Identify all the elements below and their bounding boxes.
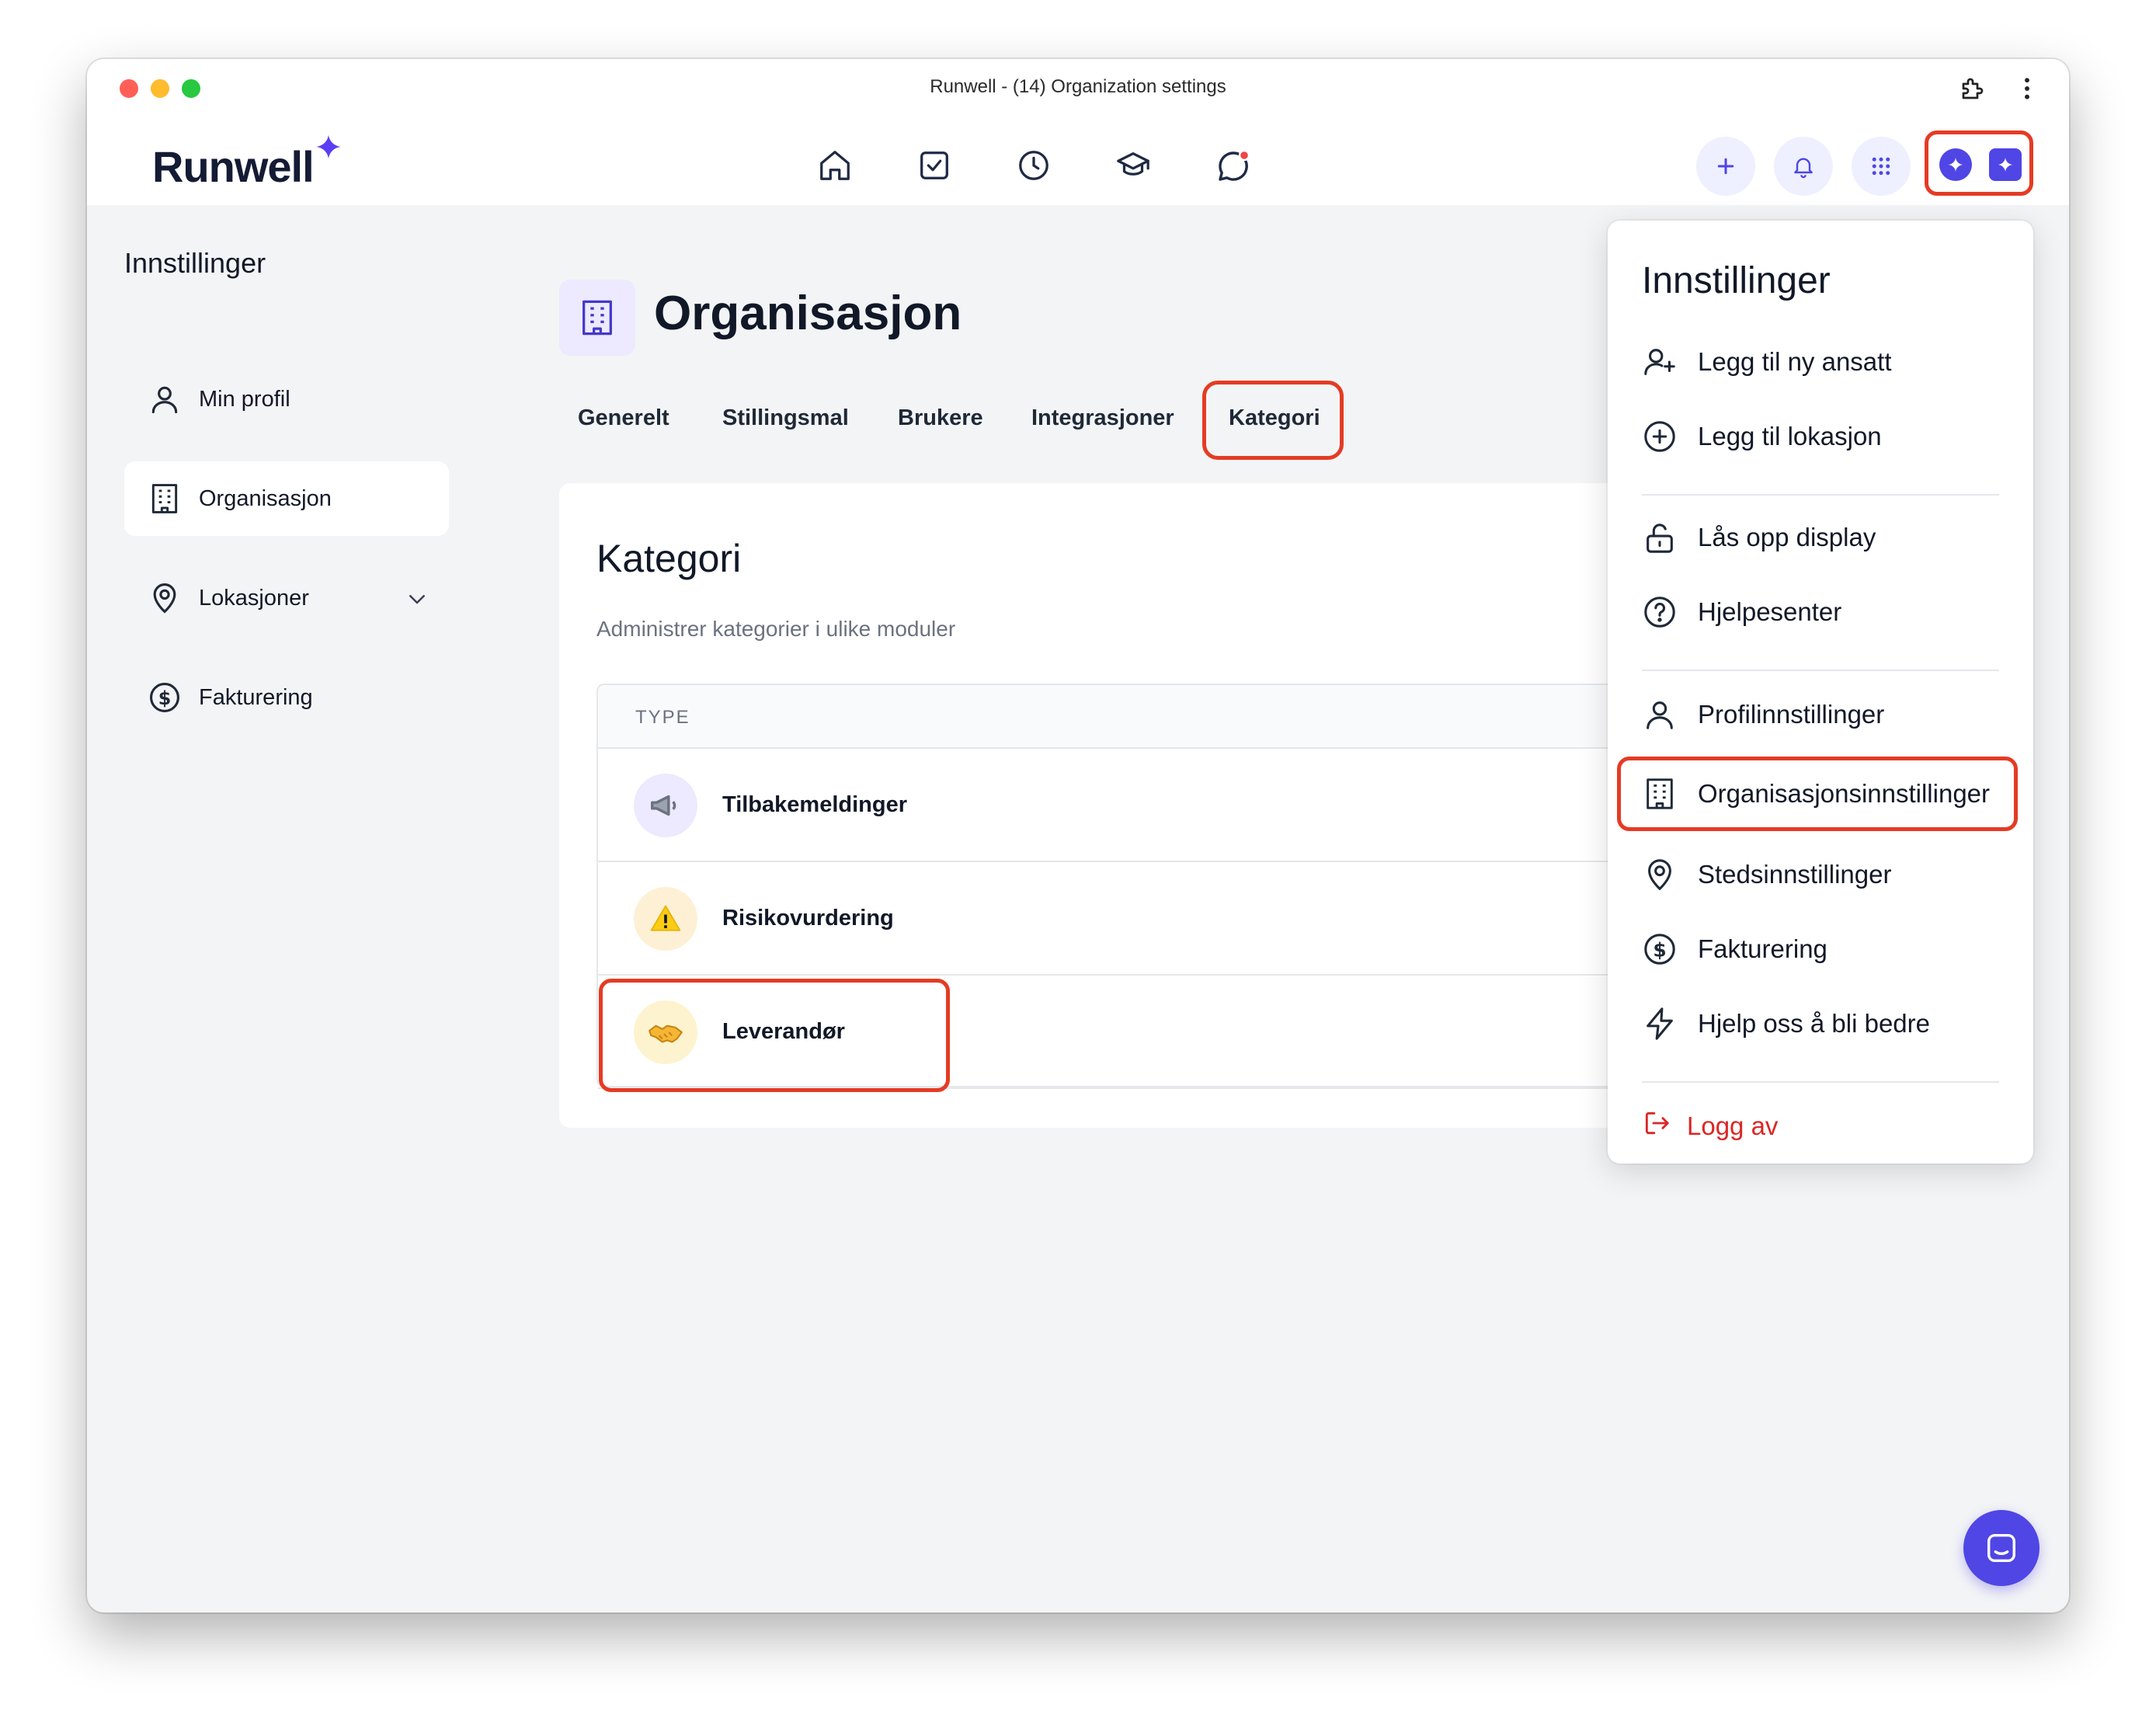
menu-item-profilinnstillinger[interactable]: Profilinnstillinger [1642, 690, 1884, 739]
table-row[interactable]: Tilbakemeldinger [598, 749, 1670, 862]
tab-stillingsmal[interactable]: Stillingsmal [722, 405, 849, 431]
app-header: Runwell [87, 118, 2069, 205]
highlight-box [1202, 381, 1344, 460]
svg-text:$: $ [158, 687, 172, 709]
menu-item-legg-til-ny-ansatt[interactable]: Legg til ny ansatt [1642, 337, 1892, 387]
chat-icon [1984, 1530, 2019, 1566]
notifications-button[interactable] [1774, 137, 1833, 196]
card-subtitle: Administrer kategorier i ulike moduler [596, 617, 956, 641]
tab-brukere[interactable]: Brukere [898, 405, 983, 431]
building-icon [148, 482, 182, 516]
sidebar-item-label: Fakturering [199, 684, 313, 710]
menu-item-fakturering[interactable]: $ Fakturering [1642, 924, 1827, 974]
window-titlebar: Runwell - (14) Organization settings [87, 59, 2069, 118]
sparkle-icon [315, 134, 342, 160]
highlight-box [599, 979, 950, 1092]
sidebar-item-organisasjon[interactable]: Organisasjon [124, 461, 449, 536]
menu-item-stedsinnstillinger[interactable]: Stedsinnstillinger [1642, 850, 1891, 899]
menu-item-label: Legg til lokasjon [1698, 422, 1882, 451]
ai-assistant-button[interactable] [1925, 130, 2033, 196]
table-row[interactable]: Leverandør [598, 976, 1670, 1092]
page-title: Organisasjon [654, 287, 962, 340]
table-header: TYPE [598, 685, 1670, 749]
card-title: Kategori [596, 537, 742, 580]
table-row[interactable]: Risikovurdering [598, 862, 1670, 976]
sidebar-item-label: Organisasjon [199, 485, 332, 511]
logout-label: Logg av [1687, 1112, 1779, 1140]
menu-item-label: Hjelpesenter [1698, 597, 1842, 626]
svg-text:$: $ [1653, 939, 1666, 962]
sidebar-item-label: Min profil [199, 386, 290, 412]
unlock-icon [1642, 520, 1678, 555]
help-circle-icon [1642, 594, 1678, 630]
building-icon [559, 280, 635, 356]
tab-integrasjoner[interactable]: Integrasjoner [1031, 405, 1174, 431]
support-chat-button[interactable] [1963, 1510, 2040, 1586]
row-label: Risikovurdering [722, 906, 894, 931]
menu-divider [1642, 670, 1999, 671]
menu-item-label: Stedsinnstillinger [1698, 860, 1892, 889]
app-window: Runwell - (14) Organization settings Run… [87, 59, 2069, 1612]
user-icon [1642, 697, 1678, 732]
plus-circle-icon [1642, 419, 1678, 454]
kategori-card: Kategori Administrer kategorier i ulike … [559, 483, 1670, 1128]
settings-dropdown: Innstillinger Legg til ny ansatt Legg ti… [1608, 221, 2033, 1164]
megaphone-icon [634, 774, 697, 837]
chat-bubble-icon[interactable] [1215, 148, 1252, 185]
logout-icon [1642, 1108, 1671, 1144]
map-pin-icon [148, 581, 182, 615]
add-button[interactable] [1696, 137, 1755, 196]
menu-item-label: Profilinnstillinger [1698, 700, 1885, 729]
menu-item-hjelp-oss-a-bli-bedre[interactable]: Hjelp oss å bli bedre [1642, 999, 1930, 1049]
ai-sparkle-icon [1939, 148, 1972, 181]
user-plus-icon [1642, 344, 1678, 380]
category-table: TYPE Tilbakemeldinger Risikovurdering Le… [596, 684, 1670, 1092]
menu-item-label: Legg til ny ansatt [1698, 347, 1892, 376]
menu-item-label: Hjelp oss å bli bedre [1698, 1009, 1930, 1038]
menu-item-hjelpesenter[interactable]: Hjelpesenter [1642, 587, 1841, 637]
extensions-icon[interactable] [1959, 75, 1987, 103]
menu-item-label: Fakturering [1698, 934, 1827, 963]
lightning-icon [1642, 1006, 1678, 1042]
sidebar-item-fakturering[interactable]: $ Fakturering [124, 660, 449, 735]
more-options-icon[interactable] [2022, 76, 2032, 101]
window-title: Runwell - (14) Organization settings [930, 76, 1226, 97]
sidebar-item-label: Lokasjoner [199, 585, 309, 611]
clock-icon[interactable] [1016, 148, 1052, 183]
menu-item-label: Lås opp display [1698, 523, 1876, 551]
column-header-type: TYPE [635, 707, 690, 728]
logout-button[interactable]: Logg av [1642, 1101, 1778, 1151]
menu-divider [1642, 494, 1999, 496]
menu-divider [1642, 1081, 1999, 1083]
map-pin-icon [1642, 857, 1678, 892]
chevron-down-icon[interactable] [405, 587, 429, 611]
sidebar-title: Innstillinger [124, 247, 266, 279]
task-check-icon[interactable] [916, 148, 952, 183]
user-icon [148, 382, 182, 416]
apps-grid-icon [1869, 155, 1893, 178]
sidebar-item-lokasjoner[interactable]: Lokasjoner [124, 561, 449, 635]
sidebar-item-min-profil[interactable]: Min profil [124, 362, 449, 437]
bell-icon [1791, 154, 1816, 179]
dropdown-title: Innstillinger [1642, 260, 1831, 301]
tab-generelt[interactable]: Generelt [578, 405, 669, 431]
runwell-logo[interactable]: Runwell [152, 141, 315, 192]
highlight-box [1617, 757, 2018, 831]
ai-sparkle-icon [1989, 148, 2022, 181]
menu-item-legg-til-lokasjon[interactable]: Legg til lokasjon [1642, 412, 1882, 461]
dollar-circle-icon: $ [148, 680, 182, 715]
home-icon[interactable] [817, 148, 853, 183]
row-label: Tilbakemeldinger [722, 792, 907, 817]
dollar-circle-icon: $ [1642, 931, 1678, 967]
menu-item-las-opp-display[interactable]: Lås opp display [1642, 513, 1876, 562]
apps-button[interactable] [1852, 137, 1911, 196]
warning-icon [634, 887, 697, 951]
graduation-cap-icon[interactable] [1115, 148, 1151, 183]
